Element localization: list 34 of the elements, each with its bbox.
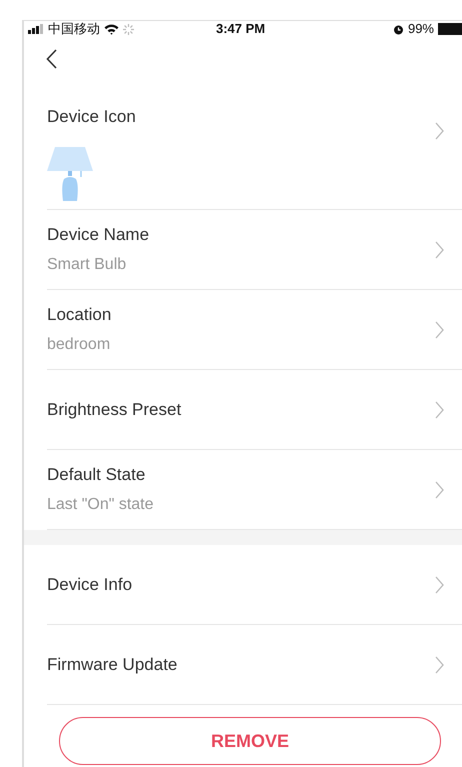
settings-row[interactable]: Location bedroom	[47, 290, 462, 370]
row-label: Default State	[47, 464, 146, 486]
back-icon[interactable]	[46, 48, 57, 68]
row-label: Device Icon	[47, 106, 137, 128]
chevron-right-icon	[435, 122, 444, 140]
row-label: Brightness Preset	[47, 398, 182, 421]
carrier-name: 中国移动	[48, 21, 100, 38]
status-time: 3:47 PM	[216, 21, 266, 38]
row-label: Firmware Update	[47, 654, 178, 676]
chevron-right-icon	[435, 480, 444, 498]
chevron-right-icon	[435, 576, 444, 594]
wifi-icon	[104, 24, 119, 34]
signal-icon	[28, 24, 44, 34]
battery-percentage: 99%	[408, 21, 434, 38]
lamp-icon	[47, 147, 93, 202]
chevron-right-icon	[435, 656, 444, 674]
settings-row[interactable]: Device Icon	[47, 80, 462, 210]
loading-spinner-icon	[123, 24, 134, 34]
row-value: Last "On" state	[47, 495, 155, 516]
row-label: Device Info	[47, 574, 134, 596]
row-label: Device Name	[47, 224, 150, 246]
alarm-clock-icon	[392, 24, 404, 34]
settings-row[interactable]: Firmware Update	[47, 625, 462, 705]
row-label: Location	[47, 304, 112, 326]
settings-row[interactable]: Device Name Smart Bulb	[47, 210, 462, 290]
battery-icon	[438, 23, 462, 35]
chevron-right-icon	[435, 400, 444, 418]
remove-button[interactable]: REMOVE	[59, 717, 441, 765]
settings-row[interactable]: Brightness Preset	[47, 370, 462, 450]
settings-row[interactable]: Device Info	[47, 545, 462, 625]
row-value: bedroom	[47, 335, 112, 356]
chevron-right-icon	[435, 320, 444, 338]
row-value: Smart Bulb	[47, 255, 128, 276]
chevron-right-icon	[435, 240, 444, 258]
